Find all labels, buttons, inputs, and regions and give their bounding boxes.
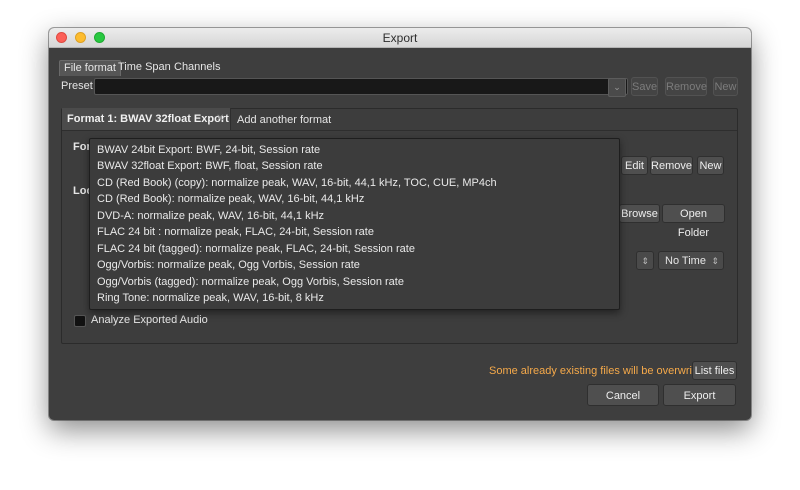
dropdown-item[interactable]: FLAC 24 bit (tagged): normalize peak, FL… (97, 241, 415, 257)
tab-add-format[interactable]: Add another format (237, 114, 331, 126)
tab-file-format[interactable]: File format (59, 60, 121, 76)
open-folder-button[interactable]: Open Folder (662, 204, 725, 239)
dropdown-item[interactable]: DVD-A: normalize peak, WAV, 16-bit, 44,1… (97, 208, 324, 224)
close-tab-icon[interactable]: ✕ (216, 113, 224, 124)
preset-input[interactable] (94, 78, 628, 95)
dropdown-item[interactable]: CD (Red Book) (copy): normalize peak, WA… (97, 175, 497, 191)
edit-format-button[interactable]: Edit (621, 156, 648, 175)
format-tab-label: Format 1: BWAV 32float Export (67, 113, 229, 125)
time-format-value: No Time (665, 255, 706, 267)
tab-channels[interactable]: Channels (170, 60, 224, 75)
overwrite-warning: Some already existing files will be over… (489, 365, 714, 377)
remove-format-button[interactable]: Remove (650, 156, 693, 175)
dropdown-item[interactable]: Ogg/Vorbis: normalize peak, Ogg Vorbis, … (97, 257, 360, 273)
export-button[interactable]: Export (663, 384, 736, 406)
window-title: Export (382, 31, 418, 45)
analyze-label: Analyze Exported Audio (91, 314, 208, 326)
time-format-select[interactable]: No Time ⇕ (658, 251, 724, 270)
new-format-button[interactable]: New (697, 156, 724, 175)
analyze-checkbox[interactable] (74, 315, 86, 327)
browse-button[interactable]: Browse (619, 204, 660, 223)
updown-icon: ⇕ (641, 256, 649, 266)
chevron-down-icon[interactable]: ⌄ (608, 78, 626, 97)
updown-icon: ⇕ (711, 256, 719, 266)
list-files-button[interactable]: List files (692, 361, 737, 380)
dropdown-item[interactable]: Ogg/Vorbis (tagged): normalize peak, Ogg… (97, 274, 404, 290)
preset-remove-button[interactable]: Remove (665, 77, 707, 96)
export-window: Export File format Time Span Channels Pr… (49, 28, 751, 420)
preset-new-button[interactable]: New (713, 77, 738, 96)
dropdown-item[interactable]: FLAC 24 bit : normalize peak, FLAC, 24-b… (97, 224, 374, 240)
dropdown-item[interactable]: CD (Red Book): normalize peak, WAV, 16-b… (97, 191, 364, 207)
format-spinner[interactable]: ⇕ (636, 251, 654, 270)
dropdown-item[interactable]: Ring Tone: normalize peak, WAV, 16-bit, … (97, 290, 324, 306)
cancel-button[interactable]: Cancel (587, 384, 659, 406)
preset-label: Preset (61, 80, 93, 92)
titlebar: Export (49, 28, 751, 48)
tab-time-span[interactable]: Time Span (114, 60, 175, 75)
tab-format-1[interactable]: Format 1: BWAV 32float Export ✕ (62, 108, 231, 131)
format-dropdown: BWAV 24bit Export: BWF, 24-bit, Session … (89, 138, 620, 310)
preset-save-button[interactable]: Save (631, 77, 658, 96)
dropdown-item[interactable]: BWAV 32float Export: BWF, float, Session… (97, 158, 323, 174)
tab-divider (62, 130, 737, 131)
dropdown-item[interactable]: BWAV 24bit Export: BWF, 24-bit, Session … (97, 142, 320, 158)
